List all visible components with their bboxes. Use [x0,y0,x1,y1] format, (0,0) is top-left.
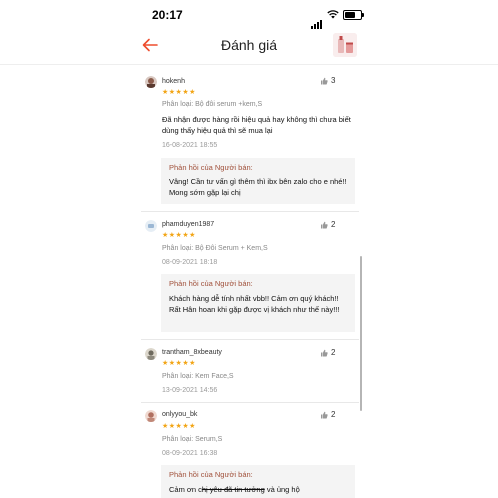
like-button[interactable]: 2 [320,348,335,357]
like-button[interactable]: 2 [320,410,335,419]
reply-text-strikethrough: hị yêu đã tin tưởng [201,485,265,494]
star-rating: ★★★★★ [162,89,196,96]
divider [141,402,359,403]
wifi-icon [327,10,339,19]
review-date: 08-09-2021 18:18 [162,259,218,266]
like-count: 2 [331,410,336,419]
review-username[interactable]: onlyyou_bk [162,411,197,418]
review-variant: Phân loại: Kem Face,S [162,373,234,380]
cellular-signal-icon [311,11,323,29]
reply-title: Phản hồi của Người bán: [169,470,253,479]
star-rating: ★★★★★ [162,423,196,430]
status-time: 20:17 [152,8,183,22]
thumbs-up-icon [321,221,328,229]
like-count: 2 [331,348,336,357]
page-title: Đánh giá [220,37,278,53]
reply-title: Phản hồi của Người bán: [169,163,253,172]
avatar[interactable] [145,220,157,232]
divider [141,339,359,340]
like-count: 3 [331,76,336,85]
reply-title: Phản hồi của Người bán: [169,279,253,288]
thumbs-up-icon [321,349,328,357]
reply-text: Khách hàng dễ tính nhất vbb!! Cảm ơn quý… [169,294,340,314]
divider [141,211,359,212]
status-bar: 20:17 [0,0,498,29]
reply-text-part: Cảm ơn c [169,485,202,494]
reply-text-part: và ủng hộ [264,485,300,494]
battery-icon [343,10,364,20]
review-date: 13-09-2021 14:56 [162,387,218,394]
avatar[interactable] [145,410,157,422]
star-rating: ★★★★★ [162,360,196,367]
review-variant: Phân loại: Bộ đôi serum +kem,S [162,101,263,108]
seller-reply: Phản hồi của Người bán: Cảm ơn chị yêu đ… [161,465,355,498]
seller-reply: Phản hồi của Người bán: Khách hàng dễ tí… [161,274,355,332]
thumbs-up-icon [321,411,328,419]
review-username[interactable]: hokenh [162,78,185,85]
like-button[interactable]: 3 [320,76,335,85]
review-username[interactable]: trantham_8xbeauty [162,349,222,356]
review-comment: Đã nhận được hàng rồi hiệu quả hay không… [162,115,351,135]
like-button[interactable]: 2 [320,220,335,229]
reply-text: Vâng! Cần tư vấn gì thêm thì ibx bên zal… [169,177,347,197]
review-username[interactable]: phamduyen1987 [162,221,214,228]
thumbs-up-icon [321,77,328,85]
avatar[interactable] [145,348,157,360]
review-variant: Phân loại: Serum,S [162,436,223,443]
product-thumbnail[interactable] [333,33,357,57]
like-count: 2 [331,220,336,229]
seller-reply: Phản hồi của Người bán: Vâng! Cần tư vấn… [161,158,355,204]
review-date: 16-08-2021 18:55 [162,142,218,149]
review-date: 08-09-2021 16:38 [162,450,218,457]
page-header: Đánh giá [0,28,498,65]
reply-text: Cảm ơn chị yêu đã tin tưởng và ủng hộ [169,484,349,495]
scrollbar[interactable] [360,256,362,411]
avatar[interactable] [145,76,157,88]
review-variant: Phân loại: Bộ Đôi Serum + Kem,S [162,245,268,252]
star-rating: ★★★★★ [162,232,196,239]
